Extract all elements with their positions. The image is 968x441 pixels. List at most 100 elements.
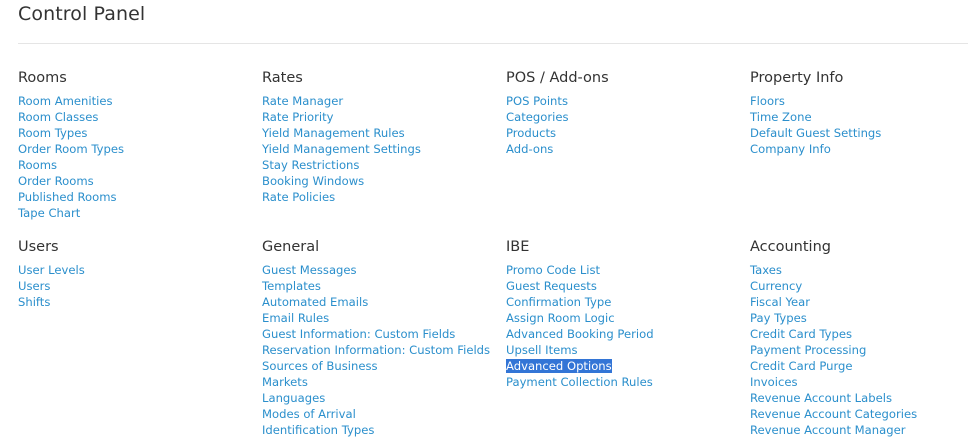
link-yield-management-settings[interactable]: Yield Management Settings: [262, 142, 421, 156]
link-rate-manager[interactable]: Rate Manager: [262, 94, 343, 108]
list-item: Rate Manager: [262, 93, 502, 109]
link-order-room-types[interactable]: Order Room Types: [18, 142, 124, 156]
link-room-classes[interactable]: Room Classes: [18, 110, 98, 124]
link-tape-chart[interactable]: Tape Chart: [18, 206, 80, 220]
list-item: Company Info: [750, 141, 968, 157]
section-title-ibe: IBE: [506, 239, 530, 255]
list-item: Guest Requests: [506, 278, 746, 294]
link-list-property-info: Floors Time Zone Default Guest Settings Com…: [750, 93, 968, 157]
link-advanced-options[interactable]: Advanced Options: [506, 359, 612, 373]
list-item: Products: [506, 125, 746, 141]
link-credit-card-types[interactable]: Credit Card Types: [750, 327, 852, 341]
link-revenue-account-manager[interactable]: Revenue Account Manager: [750, 423, 906, 437]
list-item: Tape Chart: [18, 205, 258, 221]
list-item: Confirmation Type: [506, 294, 746, 310]
link-guest-messages[interactable]: Guest Messages: [262, 263, 357, 277]
link-currency[interactable]: Currency: [750, 279, 802, 293]
link-add-ons[interactable]: Add-ons: [506, 142, 553, 156]
list-item: Stay Restrictions: [262, 157, 502, 173]
section-property-info: Property Info Floors Time Zone Default Gue…: [750, 69, 968, 157]
list-item: Rate Policies: [262, 189, 502, 205]
list-item: Currency: [750, 278, 968, 294]
list-item: Booking Windows: [262, 173, 502, 189]
link-reservation-information-custom-fields[interactable]: Reservation Information: Custom Fields: [262, 343, 490, 357]
list-item: Advanced Options: [506, 358, 746, 374]
link-assign-room-logic[interactable]: Assign Room Logic: [506, 311, 615, 325]
list-item: Fiscal Year: [750, 294, 968, 310]
link-rooms[interactable]: Rooms: [18, 158, 57, 172]
link-promo-code-list[interactable]: Promo Code List: [506, 263, 600, 277]
link-pos-points[interactable]: POS Points: [506, 94, 568, 108]
link-advanced-booking-period[interactable]: Advanced Booking Period: [506, 327, 654, 341]
link-user-levels[interactable]: User Levels: [18, 263, 85, 277]
link-company-info[interactable]: Company Info: [750, 142, 831, 156]
link-identification-types[interactable]: Identification Types: [262, 423, 374, 437]
list-item: Default Guest Settings: [750, 125, 968, 141]
link-room-amenities[interactable]: Room Amenities: [18, 94, 113, 108]
link-fiscal-year[interactable]: Fiscal Year: [750, 295, 810, 309]
list-item: Floors: [750, 93, 968, 109]
section-pos-addons: POS / Add-ons POS Points Categories Produc…: [506, 69, 746, 157]
list-item: Reservation Information: Custom Fields: [262, 342, 502, 358]
link-automated-emails[interactable]: Automated Emails: [262, 295, 368, 309]
link-markets[interactable]: Markets: [262, 375, 308, 389]
link-pay-types[interactable]: Pay Types: [750, 311, 807, 325]
list-item: Order Rooms: [18, 173, 258, 189]
link-sources-of-business[interactable]: Sources of Business: [262, 359, 378, 373]
link-guest-information-custom-fields[interactable]: Guest Information: Custom Fields: [262, 327, 455, 341]
link-rate-policies[interactable]: Rate Policies: [262, 190, 335, 204]
link-languages[interactable]: Languages: [262, 391, 325, 405]
list-item: Credit Card Purge: [750, 358, 968, 374]
link-yield-management-rules[interactable]: Yield Management Rules: [262, 126, 405, 140]
link-list-rates: Rate Manager Rate Priority Yield Managemen…: [262, 93, 502, 205]
list-item: Identification Types: [262, 422, 502, 438]
list-item: Taxes: [750, 262, 968, 278]
list-item: Rooms: [18, 157, 258, 173]
list-item: Rate Priority: [262, 109, 502, 125]
link-confirmation-type[interactable]: Confirmation Type: [506, 295, 611, 309]
list-item: Languages: [262, 390, 502, 406]
link-invoices[interactable]: Invoices: [750, 375, 798, 389]
link-list-rooms: Room Amenities Room Classes Room Types Orde…: [18, 93, 258, 221]
link-payment-processing[interactable]: Payment Processing: [750, 343, 866, 357]
list-item: Payment Processing: [750, 342, 968, 358]
list-item: POS Points: [506, 93, 746, 109]
link-floors[interactable]: Floors: [750, 94, 785, 108]
link-time-zone[interactable]: Time Zone: [750, 110, 812, 124]
link-products[interactable]: Products: [506, 126, 556, 140]
link-booking-windows[interactable]: Booking Windows: [262, 174, 364, 188]
link-list-general: Guest Messages Templates Automated Emails E…: [262, 262, 502, 438]
link-email-rules[interactable]: Email Rules: [262, 311, 329, 325]
section-title-property-info: Property Info: [750, 70, 844, 86]
list-item: Revenue Account Manager: [750, 422, 968, 438]
list-item: Promo Code List: [506, 262, 746, 278]
link-shifts[interactable]: Shifts: [18, 295, 50, 309]
link-published-rooms[interactable]: Published Rooms: [18, 190, 117, 204]
link-room-types[interactable]: Room Types: [18, 126, 87, 140]
link-modes-of-arrival[interactable]: Modes of Arrival: [262, 407, 356, 421]
section-title-general: General: [262, 239, 320, 255]
link-categories[interactable]: Categories: [506, 110, 569, 124]
list-item: Room Amenities: [18, 93, 258, 109]
link-revenue-account-categories[interactable]: Revenue Account Categories: [750, 407, 917, 421]
link-users[interactable]: Users: [18, 279, 50, 293]
list-item: Time Zone: [750, 109, 968, 125]
link-guest-requests[interactable]: Guest Requests: [506, 279, 597, 293]
list-item: Revenue Account Labels: [750, 390, 968, 406]
header-divider: [18, 43, 968, 44]
link-upsell-items[interactable]: Upsell Items: [506, 343, 578, 357]
link-stay-restrictions[interactable]: Stay Restrictions: [262, 158, 359, 172]
list-item: Automated Emails: [262, 294, 502, 310]
list-item: Email Rules: [262, 310, 502, 326]
link-default-guest-settings[interactable]: Default Guest Settings: [750, 126, 881, 140]
link-taxes[interactable]: Taxes: [750, 263, 782, 277]
link-rate-priority[interactable]: Rate Priority: [262, 110, 334, 124]
link-templates[interactable]: Templates: [262, 279, 321, 293]
link-credit-card-purge[interactable]: Credit Card Purge: [750, 359, 853, 373]
link-payment-collection-rules[interactable]: Payment Collection Rules: [506, 375, 653, 389]
link-revenue-account-labels[interactable]: Revenue Account Labels: [750, 391, 892, 405]
list-item: Published Rooms: [18, 189, 258, 205]
list-item: Yield Management Settings: [262, 141, 502, 157]
list-item: Guest Information: Custom Fields: [262, 326, 502, 342]
link-order-rooms[interactable]: Order Rooms: [18, 174, 94, 188]
